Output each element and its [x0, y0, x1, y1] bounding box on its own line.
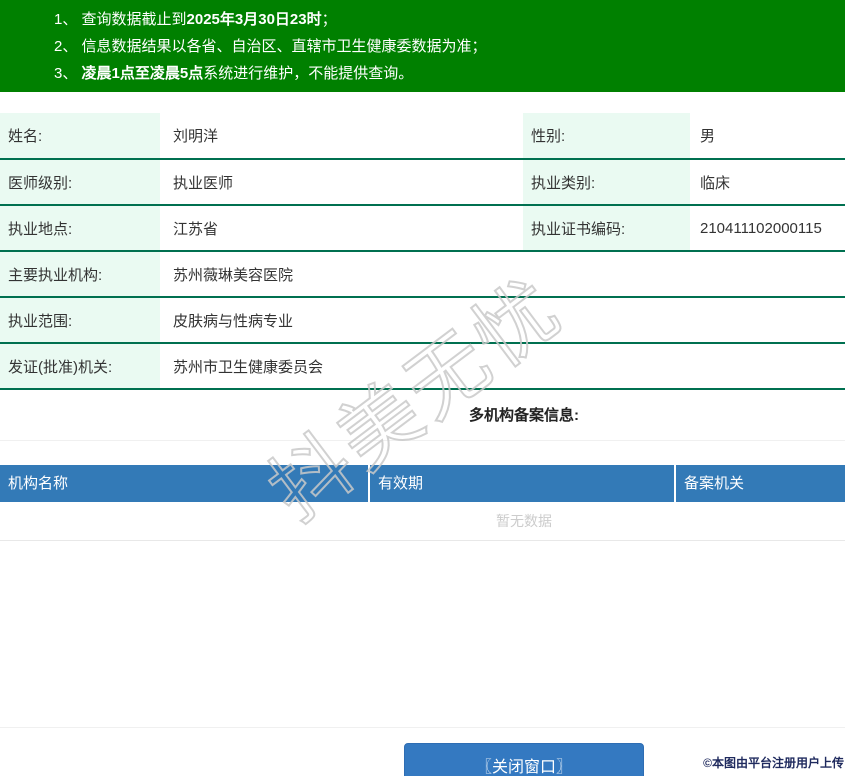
name-label: 姓名: [0, 113, 160, 160]
table-row: 执业范围: 皮肤病与性病专业 [0, 297, 845, 344]
scope-label: 执业范围: [0, 297, 160, 344]
query-result-window: 1、 查询数据截止到2025年3月30日23时； 2、 信息数据结果以各省、自治… [0, 0, 845, 776]
notice-3-text: 3、 [54, 65, 82, 82]
notice-2-text: 2、 信息数据结果以各省、自治区、直辖市卫生健康委数据为准； [54, 38, 487, 55]
column-header-filing-authority: 备案机关 [684, 475, 745, 492]
certificate-number-label: 执业证书编码: [523, 205, 690, 252]
name-value: 刘明洋 [160, 113, 523, 160]
practitioner-info-table: 姓名: 刘明洋 性别: 男 医师级别: 执业医师 执业类别: 临床 执业地点: … [0, 113, 845, 390]
divider [0, 727, 845, 728]
main-org-label: 主要执业机构: [0, 251, 160, 298]
registry-table-header: 机构名称 有效期 备案机关 [0, 465, 845, 502]
multi-org-section-title: 多机构备案信息: [469, 407, 579, 424]
column-header-validity: 有效期 [370, 465, 676, 502]
empty-data-message: 暂无数据 [0, 502, 845, 541]
issuer-label: 发证(批准)机关: [0, 343, 160, 390]
divider [0, 440, 845, 441]
table-row: 姓名: 刘明洋 性别: 男 [0, 113, 845, 160]
category-value: 临床 [690, 159, 845, 206]
issuer-value: 苏州市卫生健康委员会 [160, 343, 845, 390]
level-value: 执业医师 [160, 159, 523, 206]
location-value: 江苏省 [160, 205, 523, 252]
button-row: 〖关闭窗口〗 [0, 743, 845, 776]
notice-line-1: 1、 查询数据截止到2025年3月30日23时； [54, 6, 845, 33]
table-row: 发证(批准)机关: 苏州市卫生健康委员会 [0, 343, 845, 390]
notice-1-suffix: ； [321, 11, 337, 28]
notice-banner: 1、 查询数据截止到2025年3月30日23时； 2、 信息数据结果以各省、自治… [0, 0, 845, 92]
table-row: 执业地点: 江苏省 执业证书编码: 210411102000115 [0, 205, 845, 252]
notice-3-suffix: 系统进行维护，不能提供查询。 [203, 65, 414, 82]
notice-3-bold: 凌晨1点至凌晨5点 [81, 65, 204, 82]
certificate-number-value: 210411102000115 [690, 205, 845, 252]
close-window-button[interactable]: 〖关闭窗口〗 [404, 743, 644, 776]
notice-line-2: 2、 信息数据结果以各省、自治区、直辖市卫生健康委数据为准； [54, 33, 845, 60]
table-row: 主要执业机构: 苏州薇琳美容医院 [0, 251, 845, 298]
category-label: 执业类别: [523, 159, 690, 206]
level-label: 医师级别: [0, 159, 160, 206]
notice-1-text: 1、 查询数据截止到 [54, 11, 187, 28]
page: 1、 查询数据截止到2025年3月30日23时； 2、 信息数据结果以各省、自治… [0, 0, 845, 776]
gender-value: 男 [690, 113, 845, 160]
notice-1-bold: 2025年3月30日23时 [186, 11, 322, 28]
scope-value: 皮肤病与性病专业 [160, 297, 845, 344]
table-row: 医师级别: 执业医师 执业类别: 临床 [0, 159, 845, 206]
main-org-value: 苏州薇琳美容医院 [160, 251, 845, 298]
gender-label: 性别: [523, 113, 690, 160]
column-header-org-name: 机构名称 [0, 465, 370, 502]
notice-line-3: 3、 凌晨1点至凌晨5点系统进行维护，不能提供查询。 [54, 60, 845, 87]
location-label: 执业地点: [0, 205, 160, 252]
